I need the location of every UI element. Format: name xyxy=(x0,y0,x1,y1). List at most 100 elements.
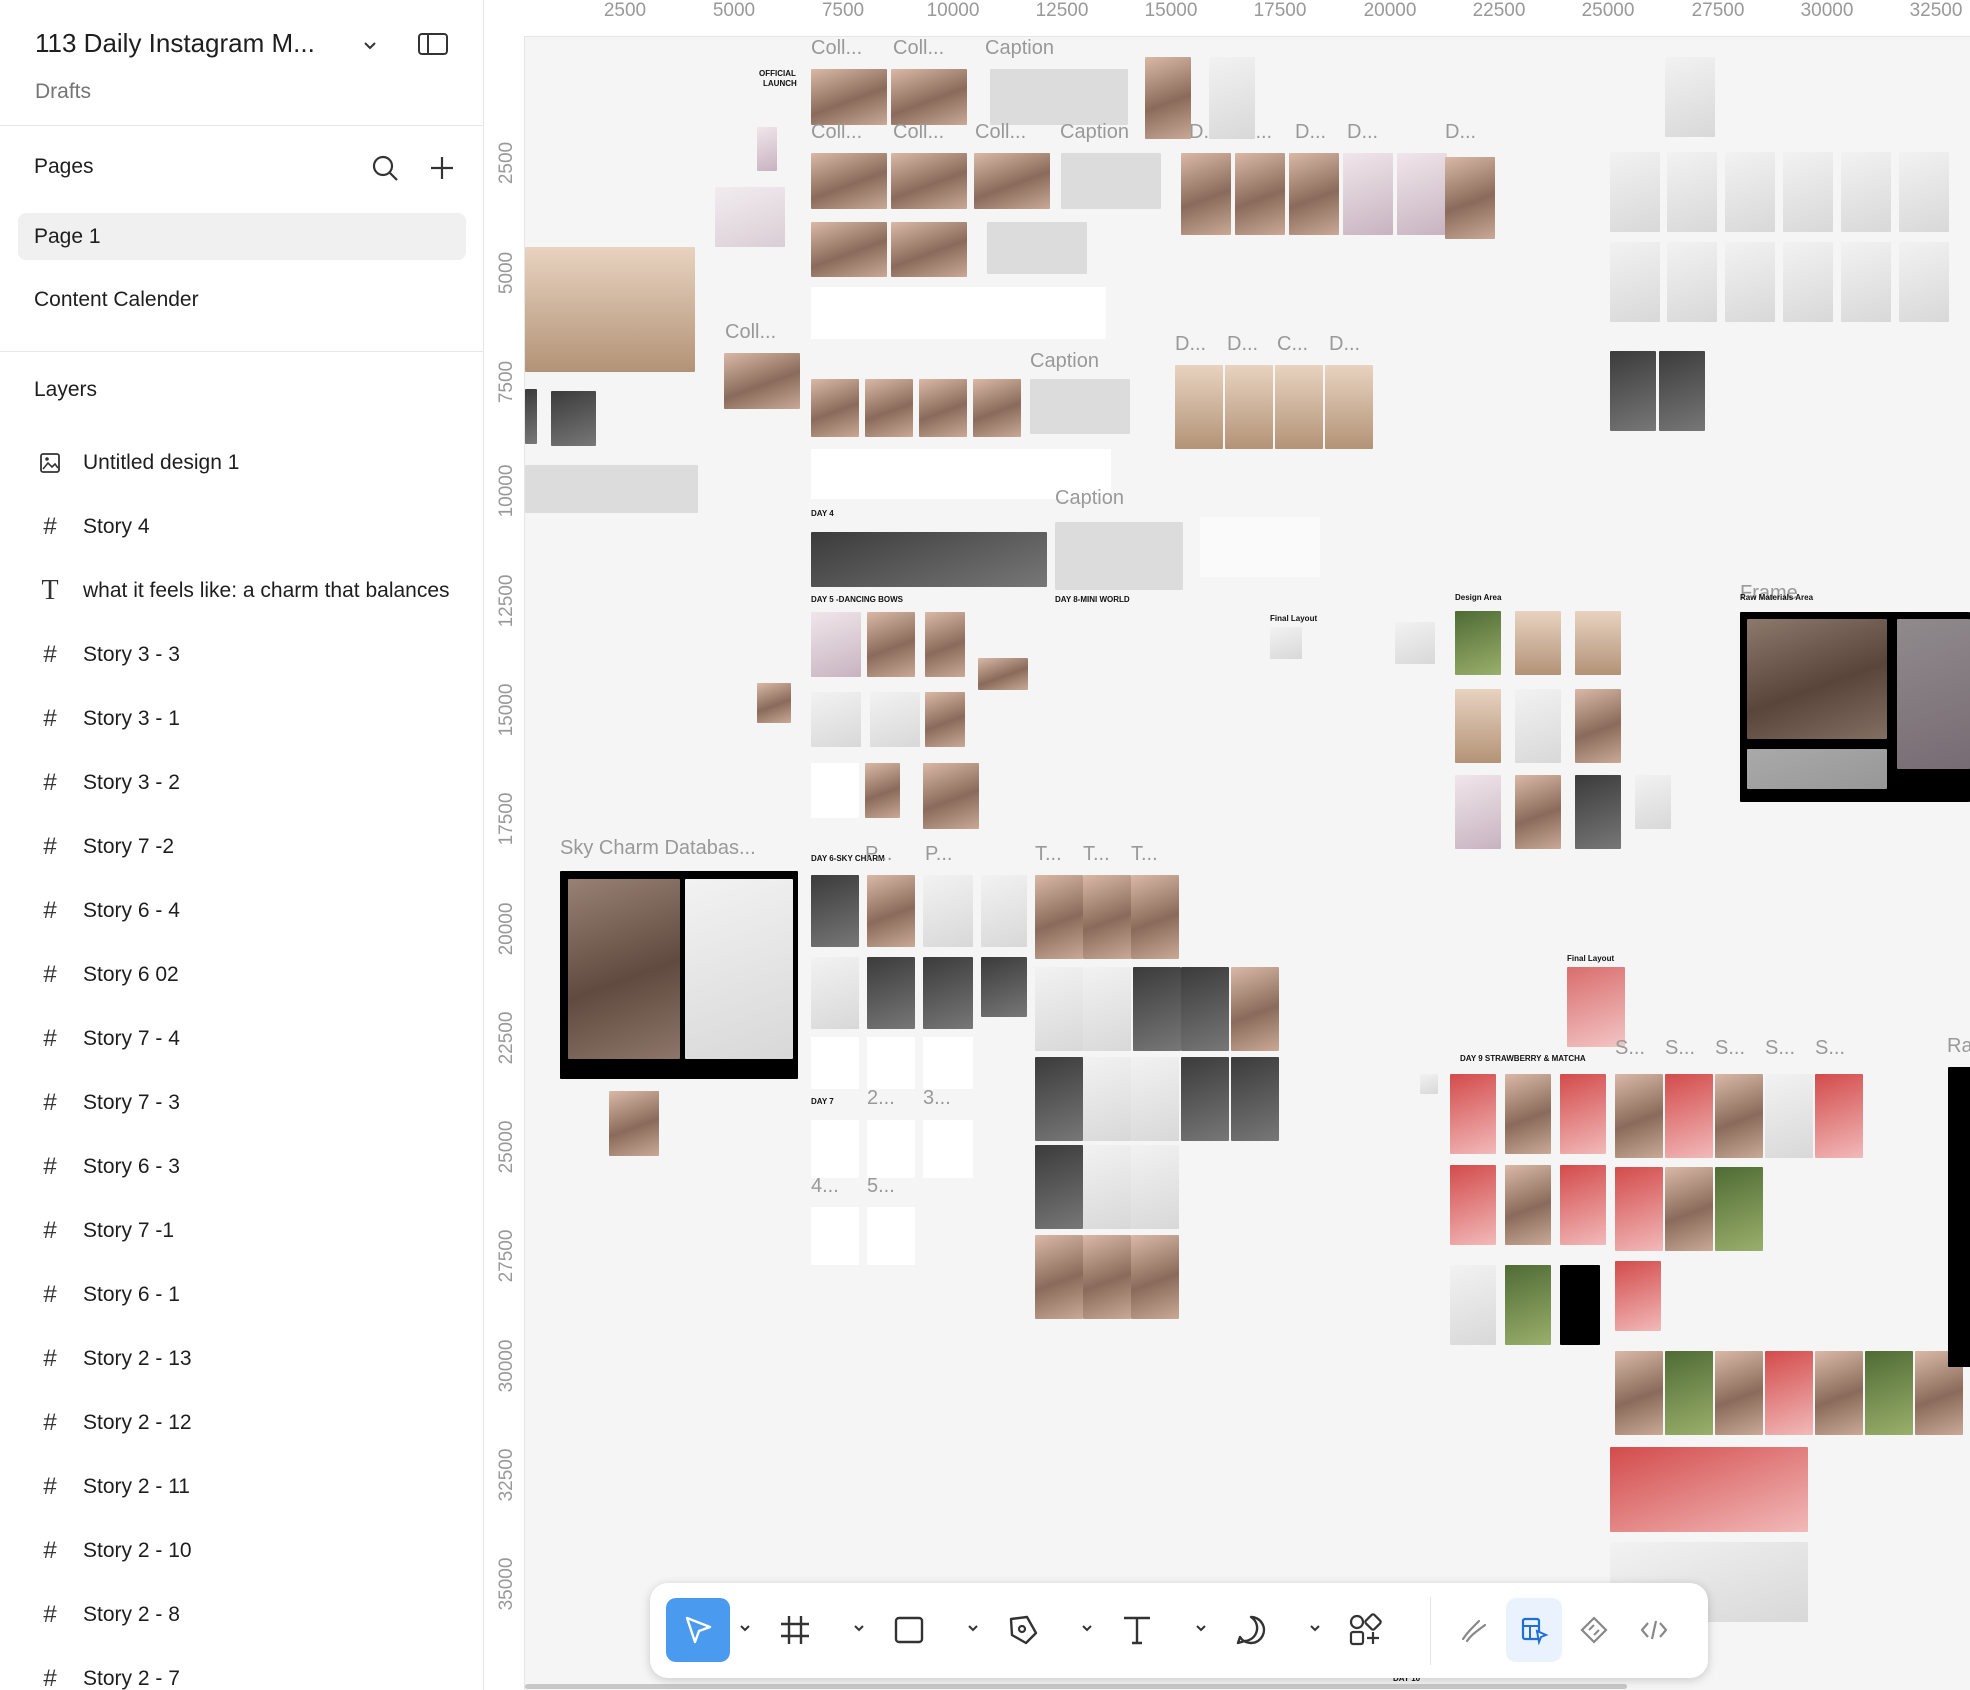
image-frame[interactable] xyxy=(1725,242,1775,322)
image-frame[interactable] xyxy=(1035,967,1083,1051)
frame-label[interactable]: S... xyxy=(1615,1037,1645,1060)
frame-label[interactable]: Coll... xyxy=(811,37,862,60)
image-frame[interactable] xyxy=(724,353,800,409)
image-frame[interactable] xyxy=(1289,153,1339,235)
image-frame[interactable] xyxy=(1635,775,1671,829)
image-frame[interactable] xyxy=(978,658,1028,690)
image-frame[interactable] xyxy=(1615,1351,1663,1435)
frame-label[interactable]: Caption xyxy=(1055,487,1124,510)
image-frame[interactable] xyxy=(609,1091,659,1156)
image-frame[interactable] xyxy=(1715,1351,1763,1435)
caption-frame[interactable] xyxy=(987,222,1087,274)
image-frame[interactable] xyxy=(1083,875,1131,959)
image-frame[interactable] xyxy=(1083,1057,1131,1141)
frame-label[interactable]: D... xyxy=(1295,121,1326,144)
image-frame[interactable] xyxy=(1575,689,1621,763)
design-canvas[interactable]: OFFICIAL LAUNCH Coll... Coll... Caption … xyxy=(525,37,1970,1690)
layer-item[interactable]: # Story 2 - 8 xyxy=(0,1583,483,1647)
frame-label[interactable]: 2... xyxy=(867,1087,895,1110)
image-collage[interactable] xyxy=(1747,749,1887,789)
actions-tool-button[interactable] xyxy=(1333,1598,1397,1662)
frame-label[interactable]: Caption xyxy=(985,37,1054,60)
chevron-down-icon[interactable] xyxy=(738,1621,752,1635)
layer-item[interactable]: # Story 7 - 3 xyxy=(0,1071,483,1135)
frame-label[interactable]: 5... xyxy=(867,1175,895,1198)
layer-item[interactable]: # Story 6 - 3 xyxy=(0,1135,483,1199)
image-frame[interactable] xyxy=(1450,1165,1496,1245)
image-frame[interactable] xyxy=(1445,157,1495,239)
image-frame[interactable] xyxy=(1899,242,1949,322)
image-frame[interactable] xyxy=(1575,775,1621,849)
image-frame[interactable] xyxy=(923,957,973,1029)
image-frame[interactable] xyxy=(757,127,777,171)
image-collage[interactable] xyxy=(1897,619,1970,769)
image-frame[interactable] xyxy=(1615,1074,1663,1158)
search-icon[interactable] xyxy=(371,154,399,182)
image-frame[interactable] xyxy=(1181,967,1229,1051)
image-frame[interactable] xyxy=(757,683,791,723)
layer-item[interactable]: # Story 7 - 4 xyxy=(0,1007,483,1071)
image-frame[interactable] xyxy=(811,532,1047,587)
image-frame[interactable] xyxy=(1505,1265,1551,1345)
image-frame[interactable] xyxy=(811,69,887,125)
file-location[interactable]: Drafts xyxy=(35,80,91,104)
image-frame[interactable] xyxy=(891,222,967,277)
image-frame[interactable] xyxy=(1420,1074,1438,1094)
frame-label[interactable]: C... xyxy=(1277,333,1308,356)
caption-frame[interactable] xyxy=(1200,517,1320,577)
image-frame[interactable] xyxy=(1455,775,1501,849)
image-frame[interactable] xyxy=(1395,622,1435,664)
caption-frame[interactable] xyxy=(1030,379,1130,434)
image-collage[interactable] xyxy=(1610,1447,1808,1532)
image-frame[interactable] xyxy=(1343,153,1393,235)
image-frame[interactable] xyxy=(867,1037,915,1089)
image-frame[interactable] xyxy=(1325,365,1373,449)
image-frame[interactable] xyxy=(865,763,900,818)
frame-label[interactable]: D... xyxy=(1329,333,1360,356)
frame-label[interactable]: Coll... xyxy=(975,121,1026,144)
image-frame[interactable] xyxy=(973,379,1021,437)
image-frame[interactable] xyxy=(811,222,887,277)
frame-label[interactable]: D... xyxy=(1175,333,1206,356)
frame-label[interactable]: Caption xyxy=(1030,350,1099,373)
image-frame[interactable] xyxy=(1455,689,1501,763)
image-frame[interactable] xyxy=(1841,152,1891,232)
image-frame[interactable] xyxy=(919,379,967,437)
image-frame[interactable] xyxy=(1035,1145,1083,1229)
image-frame[interactable] xyxy=(1131,1057,1179,1141)
caption-frame[interactable] xyxy=(525,465,698,513)
frame-label[interactable]: S... xyxy=(1815,1037,1845,1060)
frame-tool-button[interactable] xyxy=(763,1598,827,1662)
image-frame[interactable] xyxy=(923,1037,973,1089)
frame-label[interactable]: T... xyxy=(1035,843,1062,866)
image-frame[interactable] xyxy=(1083,967,1131,1051)
image-frame[interactable] xyxy=(925,612,965,677)
image-frame[interactable] xyxy=(867,957,915,1029)
frame-label[interactable]: T... xyxy=(1083,843,1110,866)
image-frame[interactable] xyxy=(551,391,596,446)
image-frame[interactable] xyxy=(867,875,915,947)
layer-item[interactable]: # Story 2 - 12 xyxy=(0,1391,483,1455)
image-frame[interactable] xyxy=(1515,611,1561,675)
image-frame[interactable] xyxy=(811,875,859,947)
image-collage[interactable] xyxy=(568,879,680,1059)
dev-mode-button[interactable] xyxy=(1626,1598,1682,1662)
image-frame[interactable] xyxy=(1610,152,1660,232)
image-frame[interactable] xyxy=(1083,1235,1131,1319)
image-frame[interactable] xyxy=(1615,1167,1663,1251)
move-tool-button[interactable] xyxy=(666,1598,730,1662)
image-frame[interactable] xyxy=(1715,1074,1763,1158)
image-frame[interactable] xyxy=(1209,57,1255,139)
image-frame[interactable] xyxy=(1131,1235,1179,1319)
image-frame[interactable] xyxy=(1505,1165,1551,1245)
image-frame[interactable] xyxy=(1715,1167,1763,1251)
image-frame[interactable] xyxy=(1815,1074,1863,1158)
layer-item[interactable]: # Story 3 - 2 xyxy=(0,751,483,815)
image-frame[interactable] xyxy=(811,957,859,1029)
image-frame[interactable] xyxy=(923,763,979,829)
caption-frame[interactable] xyxy=(1061,153,1161,209)
layer-item[interactable]: # Story 6 - 4 xyxy=(0,879,483,943)
layer-item[interactable]: # Story 4 xyxy=(0,495,483,559)
frame-label[interactable]: Ra xyxy=(1947,1035,1970,1058)
image-frame[interactable] xyxy=(891,69,967,125)
